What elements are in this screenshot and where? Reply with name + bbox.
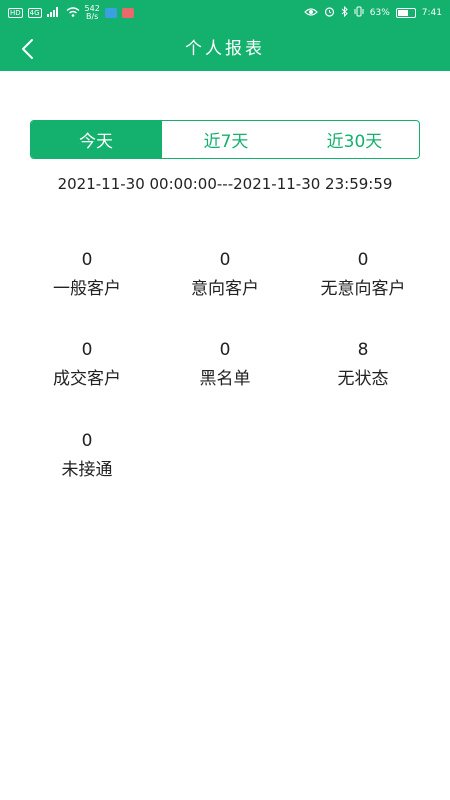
vibrate-icon (354, 6, 364, 20)
stat-label: 黑名单 (199, 369, 251, 389)
notification-app-icon (104, 8, 117, 18)
stat-value: 8 (357, 340, 369, 360)
clock-time: 7:41 (421, 8, 442, 18)
stat-general-customers: 0 一般客户 (12, 249, 162, 302)
stat-not-connected: 0 未接通 (12, 430, 162, 483)
battery-percent: 63% (369, 8, 390, 18)
stat-value: 0 (219, 340, 231, 360)
page-title: 个人报表 (185, 39, 265, 59)
stat-value: 0 (81, 340, 93, 360)
status-bar: HD 4G 542 B/s 63% 7:41 (0, 0, 450, 26)
stat-label: 一般客户 (53, 279, 121, 299)
network-type-badge: 4G (27, 8, 42, 18)
stat-label: 未接通 (61, 460, 113, 480)
wifi-icon (66, 6, 80, 20)
signal-icon (46, 6, 61, 20)
app-header: HD 4G 542 B/s 63% 7:41 个人报表 (0, 0, 450, 71)
tab-last-30-days[interactable]: 近30天 (290, 121, 419, 158)
stat-value: 0 (81, 250, 93, 270)
network-speed-unit: B/s (86, 12, 99, 21)
stat-intent-customers: 0 意向客户 (150, 249, 300, 302)
hd-badge: HD (8, 8, 23, 18)
network-speed: 542 B/s (85, 5, 100, 21)
status-left: HD 4G 542 B/s (8, 5, 134, 21)
battery-fill (397, 10, 408, 16)
stat-blacklist: 0 黑名单 (150, 339, 300, 392)
alarm-icon (324, 6, 335, 20)
bluetooth-icon (341, 5, 348, 20)
eye-icon (303, 7, 318, 20)
stat-value: 0 (357, 250, 369, 270)
stat-value: 0 (219, 250, 231, 270)
tab-last-7-days[interactable]: 近7天 (161, 121, 290, 158)
stat-label: 无状态 (337, 369, 389, 389)
stat-value: 0 (81, 431, 93, 451)
stat-no-intent-customers: 0 无意向客户 (288, 249, 438, 302)
battery-icon (395, 8, 416, 18)
stat-no-status: 8 无状态 (288, 339, 438, 392)
stat-label: 无意向客户 (320, 279, 406, 299)
tab-today[interactable]: 今天 (31, 121, 161, 158)
stat-label: 成交客户 (53, 369, 121, 389)
stat-deal-customers: 0 成交客户 (12, 339, 162, 392)
stat-label: 意向客户 (191, 279, 259, 299)
status-right: 63% 7:41 (303, 5, 442, 20)
date-range: 2021-11-30 00:00:00---2021-11-30 23:59:5… (57, 175, 393, 193)
notification-book-icon (121, 8, 134, 18)
period-tabs: 今天 近7天 近30天 (30, 120, 420, 159)
